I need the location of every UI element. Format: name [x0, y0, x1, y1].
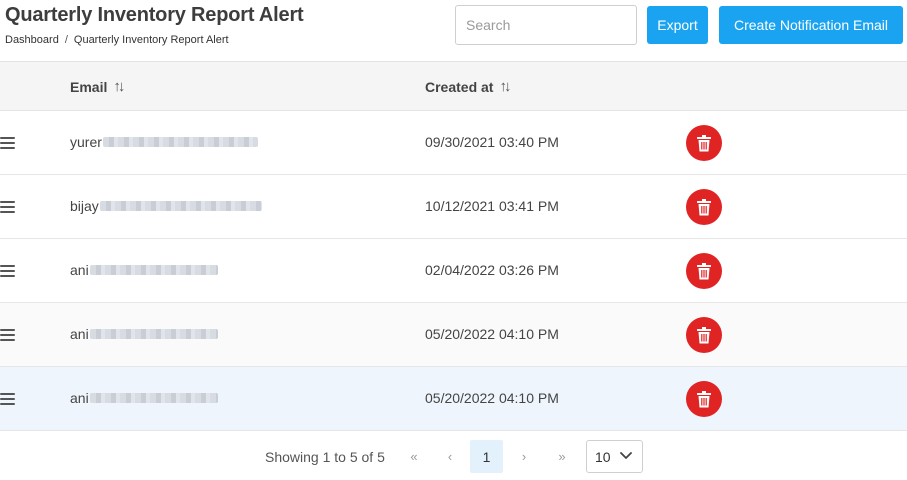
email-cell: ani	[70, 262, 218, 278]
create-notification-email-button[interactable]: Create Notification Email	[719, 6, 903, 44]
table-row[interactable]: ani 05/20/2022 04:10 PM	[0, 367, 907, 431]
trash-icon	[697, 262, 711, 279]
delete-button[interactable]	[686, 189, 722, 225]
breadcrumb: Dashboard / Quarterly Inventory Report A…	[5, 34, 229, 46]
breadcrumb-separator: /	[64, 34, 68, 46]
email-cell: bijay	[70, 198, 262, 214]
chevron-down-icon	[620, 452, 632, 459]
export-button[interactable]: Export	[647, 6, 708, 44]
column-header-created-at[interactable]: Created at ↑↓	[425, 78, 511, 95]
redacted-email-blur	[89, 329, 218, 339]
drag-handle-icon[interactable]	[0, 201, 15, 213]
created-at-cell: 05/20/2022 04:10 PM	[425, 326, 559, 342]
table-header: Email ↑↓ Created at ↑↓	[0, 61, 907, 111]
emails-table: Email ↑↓ Created at ↑↓ yurer 09/30/2021 …	[0, 61, 907, 431]
created-at-cell: 10/12/2021 03:41 PM	[425, 198, 559, 214]
delete-button[interactable]	[686, 317, 722, 353]
trash-icon	[697, 134, 711, 151]
email-cell: ani	[70, 326, 218, 342]
previous-page-icon[interactable]: ‹	[442, 440, 458, 473]
table-row[interactable]: bijay 10/12/2021 03:41 PM	[0, 175, 907, 239]
redacted-email-blur	[89, 393, 218, 403]
delete-button[interactable]	[686, 125, 722, 161]
first-page-icon[interactable]: «	[404, 440, 424, 473]
pagination: Showing 1 to 5 of 5 « ‹ 1 › » 10	[0, 440, 907, 474]
delete-button[interactable]	[686, 381, 722, 417]
table-row[interactable]: ani 02/04/2022 03:26 PM	[0, 239, 907, 303]
drag-handle-icon[interactable]	[0, 329, 15, 341]
drag-handle-icon[interactable]	[0, 265, 15, 277]
redacted-email-blur	[102, 137, 258, 147]
drag-handle-icon[interactable]	[0, 393, 15, 405]
email-cell: ani	[70, 390, 218, 406]
page-1-button[interactable]: 1	[470, 440, 503, 473]
delete-button[interactable]	[686, 253, 722, 289]
table-row[interactable]: ani 05/20/2022 04:10 PM	[0, 303, 907, 367]
created-at-cell: 05/20/2022 04:10 PM	[425, 390, 559, 406]
per-page-select[interactable]: 10	[586, 440, 643, 473]
email-cell: yurer	[70, 134, 258, 150]
column-header-email[interactable]: Email ↑↓	[70, 78, 125, 95]
per-page-value: 10	[595, 448, 611, 465]
created-at-cell: 09/30/2021 03:40 PM	[425, 134, 559, 150]
breadcrumb-dashboard-link[interactable]: Dashboard	[5, 34, 59, 46]
redacted-email-blur	[89, 265, 218, 275]
drag-handle-icon[interactable]	[0, 137, 15, 149]
pagination-info: Showing 1 to 5 of 5	[265, 449, 385, 465]
redacted-email-blur	[99, 201, 262, 211]
last-page-icon[interactable]: »	[552, 440, 572, 473]
trash-icon	[697, 390, 711, 407]
created-at-cell: 02/04/2022 03:26 PM	[425, 262, 559, 278]
trash-icon	[697, 198, 711, 215]
table-row[interactable]: yurer 09/30/2021 03:40 PM	[0, 111, 907, 175]
search-input[interactable]	[455, 5, 637, 45]
page-title: Quarterly Inventory Report Alert	[5, 4, 304, 26]
trash-icon	[697, 326, 711, 343]
sort-arrows-icon[interactable]: ↑↓	[113, 78, 125, 95]
breadcrumb-current: Quarterly Inventory Report Alert	[73, 34, 229, 46]
next-page-icon[interactable]: ›	[516, 440, 532, 473]
sort-arrows-icon[interactable]: ↑↓	[499, 78, 511, 95]
